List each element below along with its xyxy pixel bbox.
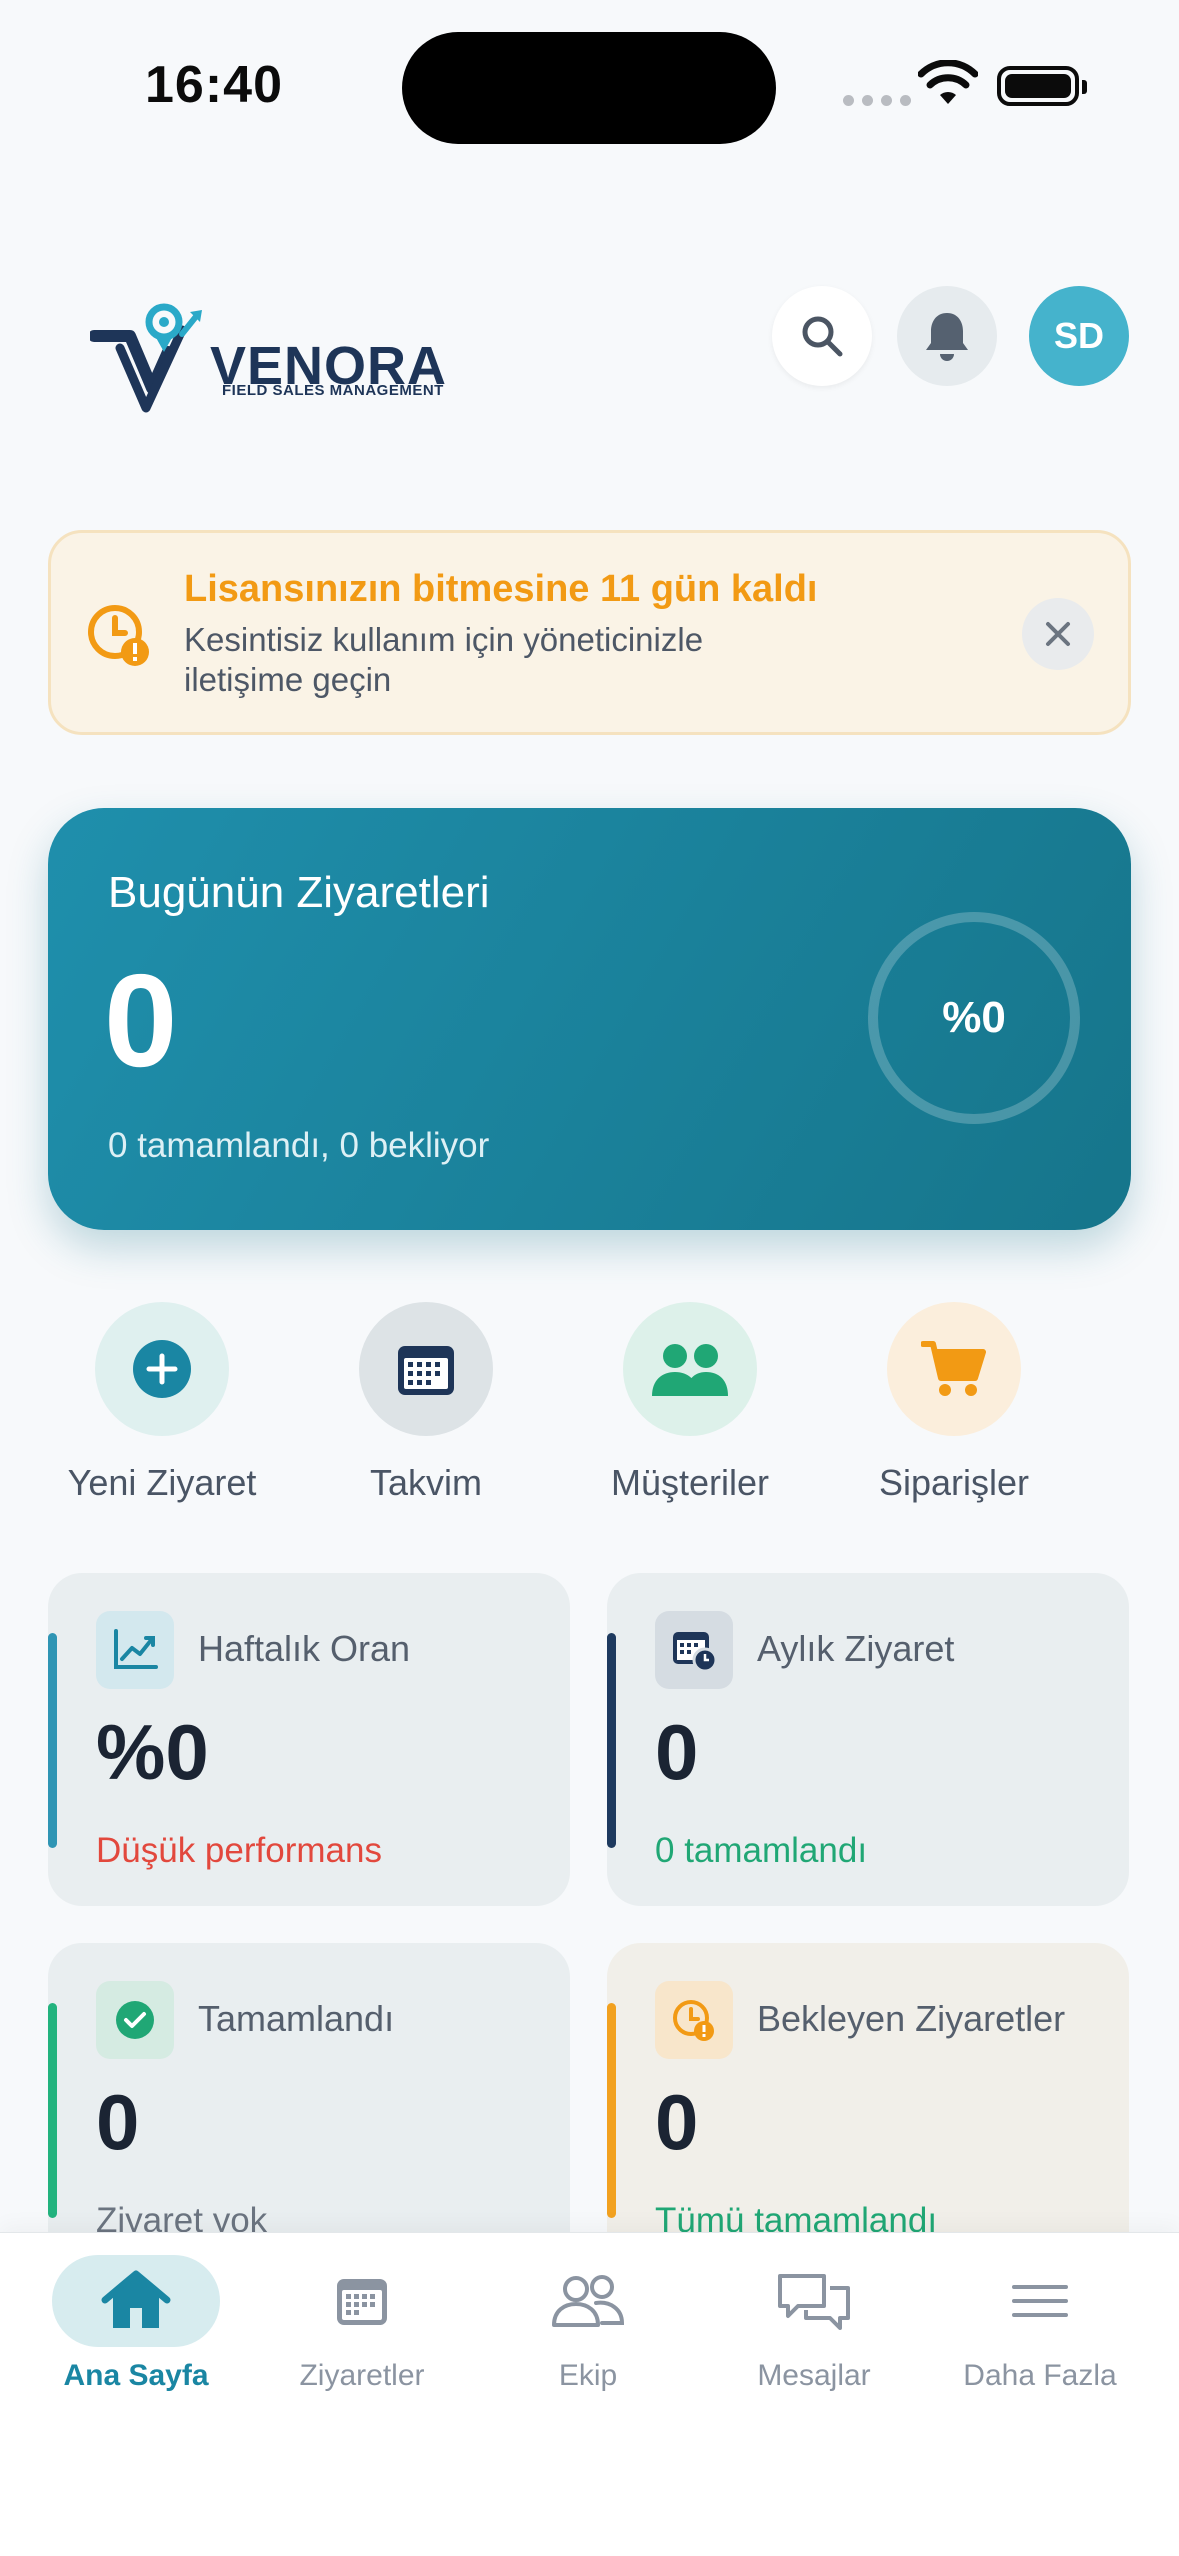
new-visit-circle xyxy=(95,1302,229,1436)
calendar-icon xyxy=(398,1346,454,1395)
stat-label: Haftalık Oran xyxy=(198,1628,411,1669)
stat-card-monthly-visits[interactable]: Aylık Ziyaret 0 0 tamamlandı xyxy=(607,1573,1129,1906)
notifications-button[interactable] xyxy=(897,286,997,386)
bell-icon xyxy=(926,313,968,361)
status-time: 16:40 xyxy=(145,56,283,114)
battery-icon xyxy=(997,66,1087,106)
calendar-clock-icon xyxy=(673,1632,717,1672)
clock-alert-icon xyxy=(673,2000,714,2041)
plus-circle-icon xyxy=(133,1340,191,1398)
calendar-icon xyxy=(337,2279,387,2325)
nav-label: Ekip xyxy=(558,2359,618,2392)
cellular-signal-icon xyxy=(843,95,911,106)
stat-accent-bar xyxy=(607,2003,616,2218)
stat-accent-bar xyxy=(48,1633,57,1848)
avatar[interactable]: SD xyxy=(1029,286,1129,386)
close-banner-button[interactable] xyxy=(1022,598,1094,670)
today-visits-summary: 0 tamamlandı, 0 bekliyor xyxy=(108,1126,490,1165)
clock-warning-icon xyxy=(88,605,149,666)
visits-tab-icon-wrap xyxy=(278,2255,446,2347)
stat-card-pending-visits[interactable]: Bekleyen Ziyaretler 0 Tümü tamamlandı xyxy=(607,1943,1129,2276)
quick-action-label: Müşteriler xyxy=(610,1462,770,1503)
quick-action-label: Siparişler xyxy=(878,1462,1030,1503)
quick-action-label: Takvim xyxy=(369,1462,482,1503)
search-icon xyxy=(802,316,843,357)
nav-label: Mesajlar xyxy=(757,2359,871,2392)
today-visits-progress-ring: %0 xyxy=(868,912,1080,1124)
quick-action-orders[interactable]: Siparişler xyxy=(838,1302,1070,1504)
calendar-circle xyxy=(359,1302,493,1436)
license-banner-title: Lisansınızın bitmesine 11 gün kaldı xyxy=(184,568,818,610)
wifi-icon xyxy=(918,60,978,104)
nav-label: Ana Sayfa xyxy=(63,2359,209,2392)
today-visits-count: 0 xyxy=(104,947,178,1094)
check-circle-icon xyxy=(116,2001,154,2039)
customers-circle xyxy=(623,1302,757,1436)
team-icon xyxy=(552,2275,625,2327)
stat-label: Aylık Ziyaret xyxy=(757,1628,955,1669)
menu-icon xyxy=(1012,2285,1068,2317)
stat-value: 0 xyxy=(655,1708,699,1796)
stat-footer: Düşük performans xyxy=(96,1831,382,1870)
stat-label: Tamamlandı xyxy=(198,1998,395,2039)
nav-label: Daha Fazla xyxy=(963,2359,1117,2392)
home-tab-pill xyxy=(52,2255,220,2347)
quick-action-new-visit[interactable]: Yeni Ziyaret xyxy=(46,1302,278,1504)
license-banner-message: Kesintisiz kullanım için yöneticinizle i… xyxy=(184,621,704,698)
stat-footer: 0 tamamlandı xyxy=(655,1831,868,1870)
nav-label: Ziyaretler xyxy=(299,2359,425,2392)
messages-tab-icon-wrap xyxy=(730,2255,898,2347)
stat-value: 0 xyxy=(96,2078,140,2166)
tab-more[interactable]: Daha Fazla xyxy=(930,2255,1150,2393)
tab-team[interactable]: Ekip xyxy=(478,2255,698,2393)
more-tab-icon-wrap xyxy=(956,2255,1124,2347)
tab-visits[interactable]: Ziyaretler xyxy=(252,2255,472,2393)
logo-tagline: FIELD SALES MANAGEMENT xyxy=(222,382,444,399)
stat-value: %0 xyxy=(96,1708,209,1796)
orders-circle xyxy=(887,1302,1021,1436)
quick-action-customers[interactable]: Müşteriler xyxy=(574,1302,806,1504)
search-button[interactable] xyxy=(772,286,872,386)
home-icon xyxy=(101,2270,171,2328)
today-visits-percent: %0 xyxy=(942,993,1006,1042)
team-tab-icon-wrap xyxy=(504,2255,672,2347)
stat-icon-box xyxy=(96,1981,174,2059)
chart-line-icon xyxy=(114,1629,158,1669)
stat-icon-box xyxy=(96,1611,174,1689)
stat-card-completed[interactable]: Tamamlandı 0 Ziyaret yok xyxy=(48,1943,570,2276)
stat-value: 0 xyxy=(655,2078,699,2166)
stat-label: Bekleyen Ziyaretler xyxy=(757,1998,1066,2039)
close-icon xyxy=(1046,622,1070,646)
quick-action-calendar[interactable]: Takvim xyxy=(310,1302,542,1504)
stat-accent-bar xyxy=(48,2003,57,2218)
quick-action-label: Yeni Ziyaret xyxy=(67,1462,257,1503)
stat-icon-box xyxy=(655,1611,733,1689)
tab-messages[interactable]: Mesajlar xyxy=(704,2255,924,2393)
today-visits-title: Bugünün Ziyaretleri xyxy=(108,868,490,917)
stat-icon-box xyxy=(655,1981,733,2059)
users-icon xyxy=(652,1344,728,1396)
chat-icon xyxy=(778,2274,850,2330)
cart-icon xyxy=(921,1341,986,1396)
stat-accent-bar xyxy=(607,1633,616,1848)
stat-card-weekly-rate[interactable]: Haftalık Oran %0 Düşük performans xyxy=(48,1573,570,1906)
dynamic-island xyxy=(402,32,776,144)
tab-home[interactable]: Ana Sayfa xyxy=(26,2255,246,2393)
